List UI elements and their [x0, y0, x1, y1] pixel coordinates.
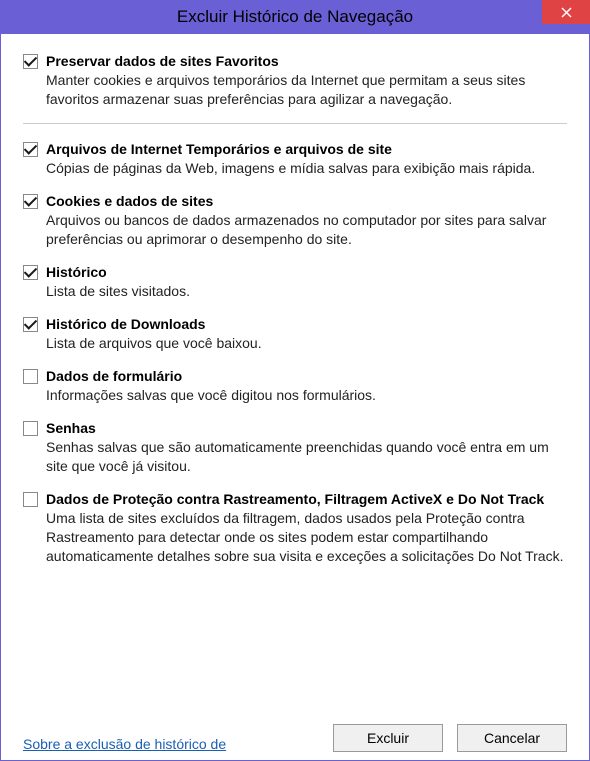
- checkbox-passwords[interactable]: [23, 421, 38, 436]
- delete-button[interactable]: Excluir: [333, 724, 443, 752]
- option-downloads: Histórico de Downloads Lista de arquivos…: [23, 315, 567, 353]
- option-desc: Informações salvas que você digitou nos …: [46, 386, 567, 405]
- option-title: Preservar dados de sites Favoritos: [46, 52, 567, 70]
- checkbox-form-data[interactable]: [23, 369, 38, 384]
- help-link[interactable]: Sobre a exclusão de histórico de: [23, 736, 226, 752]
- option-passwords: Senhas Senhas salvas que são automaticam…: [23, 419, 567, 476]
- titlebar: Excluir Histórico de Navegação: [0, 0, 590, 34]
- option-title: Histórico: [46, 263, 567, 281]
- checkbox-history[interactable]: [23, 265, 38, 280]
- option-desc: Senhas salvas que são automaticamente pr…: [46, 438, 567, 476]
- option-text: Histórico Lista de sites visitados.: [46, 263, 567, 301]
- option-text: Preservar dados de sites Favoritos Mante…: [46, 52, 567, 109]
- checkbox-temp-files[interactable]: [23, 142, 38, 157]
- option-text: Histórico de Downloads Lista de arquivos…: [46, 315, 567, 353]
- option-tracking: Dados de Proteção contra Rastreamento, F…: [23, 490, 567, 566]
- option-form-data: Dados de formulário Informações salvas q…: [23, 367, 567, 405]
- cancel-button[interactable]: Cancelar: [457, 724, 567, 752]
- option-desc: Cópias de páginas da Web, imagens e mídi…: [46, 159, 567, 178]
- checkbox-cookies[interactable]: [23, 194, 38, 209]
- close-icon: [561, 7, 572, 18]
- option-desc: Lista de arquivos que você baixou.: [46, 334, 567, 353]
- option-temp-files: Arquivos de Internet Temporários e arqui…: [23, 140, 567, 178]
- option-text: Senhas Senhas salvas que são automaticam…: [46, 419, 567, 476]
- window-title: Excluir Histórico de Navegação: [177, 7, 413, 27]
- option-favorites: Preservar dados de sites Favoritos Mante…: [23, 52, 567, 109]
- option-title: Dados de Proteção contra Rastreamento, F…: [46, 490, 567, 508]
- dialog-footer: Sobre a exclusão de histórico de Excluir…: [1, 724, 589, 760]
- option-title: Senhas: [46, 419, 567, 437]
- checkbox-tracking[interactable]: [23, 492, 38, 507]
- button-group: Excluir Cancelar: [333, 724, 567, 752]
- option-desc: Arquivos ou bancos de dados armazenados …: [46, 211, 567, 249]
- close-button[interactable]: [542, 0, 590, 24]
- option-history: Histórico Lista de sites visitados.: [23, 263, 567, 301]
- option-text: Dados de Proteção contra Rastreamento, F…: [46, 490, 567, 566]
- checkbox-favorites[interactable]: [23, 54, 38, 69]
- option-text: Cookies e dados de sites Arquivos ou ban…: [46, 192, 567, 249]
- option-desc: Uma lista de sites excluídos da filtrage…: [46, 509, 567, 566]
- option-text: Dados de formulário Informações salvas q…: [46, 367, 567, 405]
- option-title: Dados de formulário: [46, 367, 567, 385]
- option-cookies: Cookies e dados de sites Arquivos ou ban…: [23, 192, 567, 249]
- dialog-content: Preservar dados de sites Favoritos Mante…: [0, 34, 590, 761]
- option-title: Histórico de Downloads: [46, 315, 567, 333]
- option-title: Cookies e dados de sites: [46, 192, 567, 210]
- option-desc: Lista de sites visitados.: [46, 282, 567, 301]
- option-title: Arquivos de Internet Temporários e arqui…: [46, 140, 567, 158]
- option-desc: Manter cookies e arquivos temporários da…: [46, 71, 567, 109]
- divider: [23, 123, 567, 124]
- option-text: Arquivos de Internet Temporários e arqui…: [46, 140, 567, 178]
- checkbox-downloads[interactable]: [23, 317, 38, 332]
